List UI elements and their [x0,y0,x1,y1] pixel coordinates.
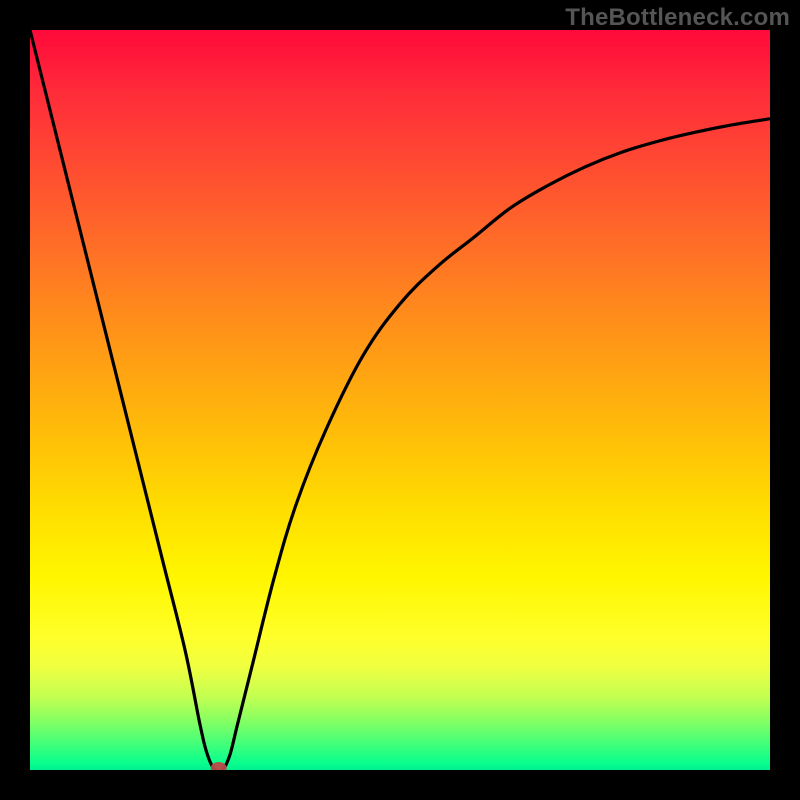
minimum-marker [211,762,227,770]
bottleneck-curve [30,30,770,770]
attribution-text: TheBottleneck.com [565,4,790,32]
plot-area [30,30,770,770]
curve-svg [30,30,770,770]
chart-container: TheBottleneck.com [0,0,800,800]
